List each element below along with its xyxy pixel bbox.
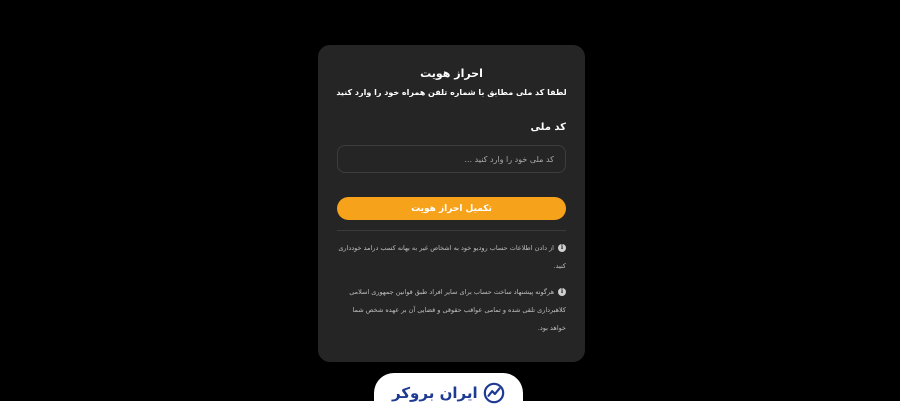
info-icon: i [558,244,566,252]
notice-text: هرگونه پیشنهاد ساخت حساب برای سایر افراد… [349,288,566,332]
info-icon: i [558,288,566,296]
card-title: احراز هویت [420,67,483,80]
brand-logo[interactable]: ایران بروکر [392,381,505,405]
notice-item: iاز دادن اطلاعات حساب رودیو خود به اشخاص… [337,239,566,275]
chart-check-icon [483,382,504,404]
notice-text: از دادن اطلاعات حساب رودیو خود به اشخاص … [338,244,566,270]
national-code-label: کد ملی [530,122,566,133]
divider [337,230,566,231]
notice-item: iهرگونه پیشنهاد ساخت حساب برای سایر افرا… [337,283,566,337]
brand-logo-text: ایران بروکر [392,384,478,402]
complete-verification-button[interactable]: تکمیل احراز هویت [337,197,566,220]
identity-verification-card: احراز هویت لطفا کد ملی مطابق با شماره تل… [318,45,585,362]
card-subtitle: لطفا کد ملی مطابق با شماره تلفن همراه خو… [336,88,567,97]
auth-page: احراز هویت لطفا کد ملی مطابق با شماره تل… [0,0,900,416]
national-code-input[interactable] [337,145,566,173]
